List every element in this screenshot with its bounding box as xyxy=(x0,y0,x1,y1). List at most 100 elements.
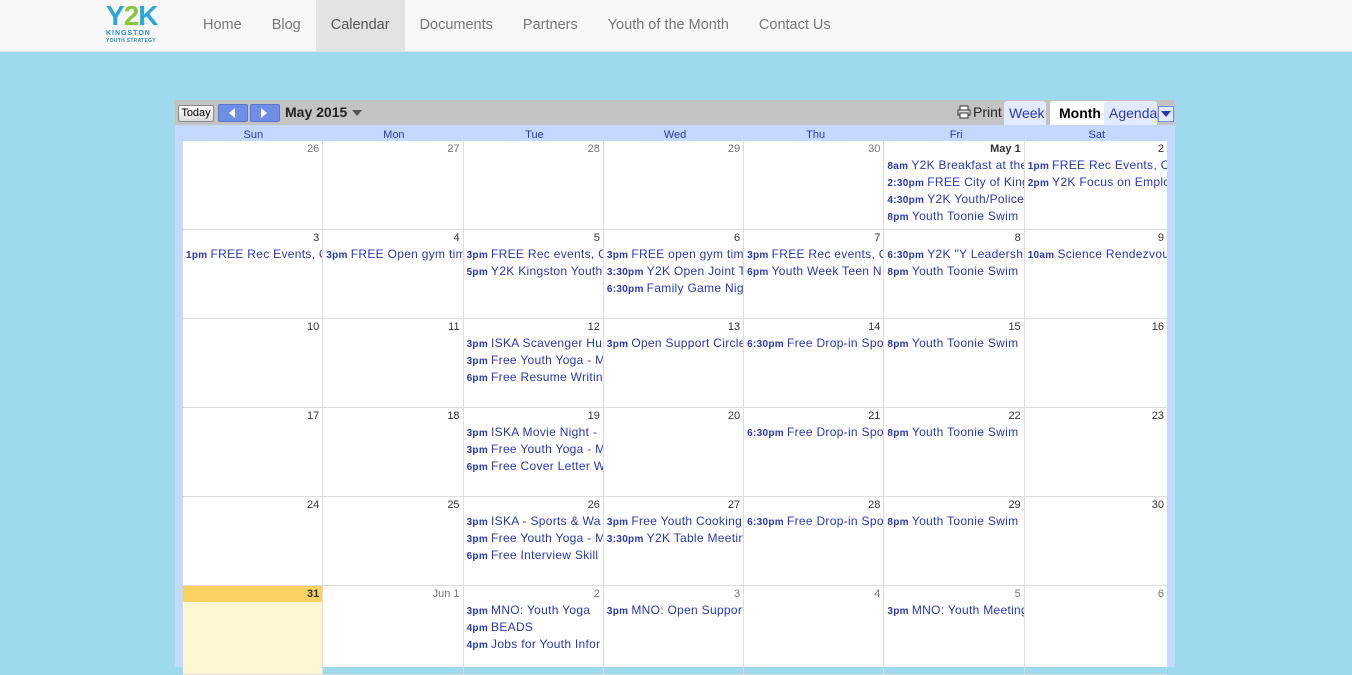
day-number[interactable]: 20 xyxy=(603,408,744,424)
calendar-event[interactable]: 2pm Y2K Focus on Emplo xyxy=(1025,174,1167,191)
day-cell[interactable]: 14 6:30pm Free Drop-in Spo xyxy=(744,319,885,408)
day-cell[interactable]: 23 xyxy=(1024,408,1167,497)
day-cell[interactable]: 20 xyxy=(603,408,745,497)
day-cell-today[interactable]: 31 xyxy=(183,586,324,675)
day-cell[interactable]: 5 3pm FREE Rec events, C 5pm Y2K Kingston Yo… xyxy=(463,230,604,319)
day-number[interactable]: 21 xyxy=(744,408,884,424)
day-number[interactable]: 28 xyxy=(463,141,603,157)
calendar-event[interactable]: 8pm Youth Toonie Swim xyxy=(884,263,1023,280)
day-cell[interactable]: 3 1pm FREE Rec Events, C xyxy=(183,230,324,319)
calendar-event[interactable]: 6pm Youth Week Teen N xyxy=(744,263,883,280)
day-cell[interactable]: 25 xyxy=(323,497,464,586)
calendar-event[interactable]: 6:30pm Y2K "Y Leadershi xyxy=(884,246,1023,263)
day-cell[interactable]: 18 xyxy=(323,408,464,497)
day-number[interactable]: 17 xyxy=(183,408,323,424)
day-cell[interactable]: 2 3pm MNO: Youth Yoga 4pm BEADS 4pm Jobs for Y… xyxy=(463,586,604,675)
calendar-event[interactable]: 4pm Jobs for Youth Infor xyxy=(464,636,603,653)
day-number[interactable]: 11 xyxy=(323,319,463,335)
calendar-event[interactable]: 3pm MNO: Open Support xyxy=(604,602,743,619)
calendar-event[interactable]: 3pm MNO: Youth Yoga xyxy=(464,602,603,619)
nav-home[interactable]: Home xyxy=(188,0,257,51)
calendar-event[interactable]: 8pm Youth Toonie Swim xyxy=(884,208,1023,225)
day-number[interactable]: 3 xyxy=(603,586,744,602)
day-number[interactable]: 9 xyxy=(1024,230,1167,246)
calendar-event[interactable]: 10am Science Rendezvou xyxy=(1025,246,1167,263)
day-number[interactable]: 14 xyxy=(744,319,884,335)
day-number[interactable]: 4 xyxy=(323,230,463,246)
day-cell[interactable]: 26 3pm ISKA - Sports & Wa 3pm Free Youth Yog… xyxy=(463,497,604,586)
day-number[interactable]: 12 xyxy=(463,319,603,335)
nav-calendar[interactable]: Calendar xyxy=(315,0,405,51)
calendar-event[interactable]: 3pm FREE Open gym tim xyxy=(323,246,462,263)
tab-month[interactable]: Month xyxy=(1050,101,1110,125)
day-number[interactable]: 16 xyxy=(1024,319,1167,335)
day-cell[interactable]: 29 8pm Youth Toonie Swim xyxy=(884,497,1025,586)
day-cell[interactable]: 3 3pm MNO: Open Support xyxy=(603,586,745,675)
day-number[interactable]: 5 xyxy=(463,230,603,246)
day-number[interactable]: 25 xyxy=(323,497,463,513)
calendar-event[interactable]: 8am Y2K Breakfast at the xyxy=(884,157,1023,174)
day-number[interactable]: 29 xyxy=(603,141,744,157)
day-number[interactable]: 19 xyxy=(463,408,603,424)
day-number[interactable]: 3 xyxy=(183,230,323,246)
calendar-event[interactable]: 3pm ISKA Scavenger Hu xyxy=(464,335,603,352)
prev-month-button[interactable] xyxy=(218,104,248,122)
day-cell[interactable]: 21 6:30pm Free Drop-in Spo xyxy=(744,408,885,497)
nav-documents[interactable]: Documents xyxy=(405,0,508,51)
tab-week[interactable]: Week xyxy=(1004,101,1046,125)
calendar-event[interactable]: 4pm BEADS xyxy=(464,619,603,636)
day-number[interactable]: 26 xyxy=(183,141,323,157)
calendar-event[interactable]: 3pm FREE Rec events, C xyxy=(464,246,603,263)
day-cell[interactable]: 27 3pm Free Youth Cooking 3:30pm Y2K Table M… xyxy=(603,497,745,586)
calendar-event[interactable]: 3pm Free Youth Yoga - M xyxy=(464,352,603,369)
day-number[interactable]: 15 xyxy=(884,319,1024,335)
calendar-event[interactable]: 3pm Free Youth Yoga - M xyxy=(464,530,603,547)
calendar-event[interactable]: 6:30pm Free Drop-in Spo xyxy=(744,424,883,441)
calendar-event[interactable]: 3pm ISKA - Sports & Wa xyxy=(464,513,603,530)
day-number[interactable]: 30 xyxy=(744,141,884,157)
day-number[interactable]: 30 xyxy=(1024,497,1167,513)
day-number[interactable]: 31 xyxy=(183,586,323,602)
day-cell[interactable]: 4 xyxy=(744,586,885,675)
day-number[interactable]: 13 xyxy=(603,319,744,335)
nav-contact-us[interactable]: Contact Us xyxy=(744,0,846,51)
nav-youth-of-the-month[interactable]: Youth of the Month xyxy=(593,0,744,51)
calendar-event[interactable]: 6:30pm Free Drop-in Spo xyxy=(744,335,883,352)
calendar-event[interactable]: 3:30pm Y2K Table Meetin xyxy=(604,530,743,547)
day-number[interactable]: May 1 xyxy=(884,141,1024,157)
day-cell[interactable]: 30 xyxy=(744,141,885,230)
day-number[interactable]: 6 xyxy=(603,230,744,246)
day-cell[interactable]: 30 xyxy=(1024,497,1167,586)
day-cell[interactable]: 28 xyxy=(463,141,604,230)
calendar-event[interactable]: 6pm Free Resume Writin xyxy=(464,369,603,386)
day-cell[interactable]: 5 3pm MNO: Youth Meeting xyxy=(884,586,1025,675)
day-number[interactable]: 4 xyxy=(744,586,884,602)
day-number[interactable]: 27 xyxy=(603,497,744,513)
day-number[interactable]: 5 xyxy=(884,586,1024,602)
day-cell[interactable]: 11 xyxy=(323,319,464,408)
day-cell[interactable]: May 1 8am Y2K Breakfast at the 2:30pm FREE C… xyxy=(884,141,1025,230)
day-number[interactable]: 22 xyxy=(884,408,1024,424)
day-cell[interactable]: 10 xyxy=(183,319,324,408)
calendar-event[interactable]: 3:30pm Y2K Open Joint T xyxy=(604,263,743,280)
calendar-event[interactable]: 1pm FREE Rec Events, Ci xyxy=(1025,157,1167,174)
nav-blog[interactable]: Blog xyxy=(257,0,316,51)
calendar-event[interactable]: 3pm ISKA Movie Night - xyxy=(464,424,603,441)
print-button[interactable]: Print xyxy=(957,104,1002,120)
calendar-event[interactable]: 8pm Youth Toonie Swim xyxy=(884,335,1023,352)
day-cell[interactable]: 26 xyxy=(183,141,324,230)
next-month-button[interactable] xyxy=(250,104,280,122)
day-cell[interactable]: 27 xyxy=(323,141,464,230)
calendar-title[interactable]: May 2015 xyxy=(285,104,347,120)
day-cell[interactable]: 6 3pm FREE open gym time 3:30pm Y2K Open Joi… xyxy=(603,230,745,319)
day-number[interactable]: 8 xyxy=(884,230,1024,246)
day-number[interactable]: 23 xyxy=(1024,408,1167,424)
calendar-event[interactable]: 6pm Free Interview Skill xyxy=(464,547,603,564)
today-button[interactable]: Today xyxy=(178,105,214,122)
calendar-event[interactable]: 3pm MNO: Youth Meeting xyxy=(884,602,1023,619)
calendar-event[interactable]: 6:30pm Family Game Nig xyxy=(604,280,743,297)
calendar-event[interactable]: 3pm FREE Rec events, Ci xyxy=(744,246,883,263)
day-cell[interactable]: 7 3pm FREE Rec events, Ci 6pm Youth Week Tee… xyxy=(744,230,885,319)
chevron-down-icon[interactable] xyxy=(352,110,362,116)
day-cell[interactable]: 16 xyxy=(1024,319,1167,408)
